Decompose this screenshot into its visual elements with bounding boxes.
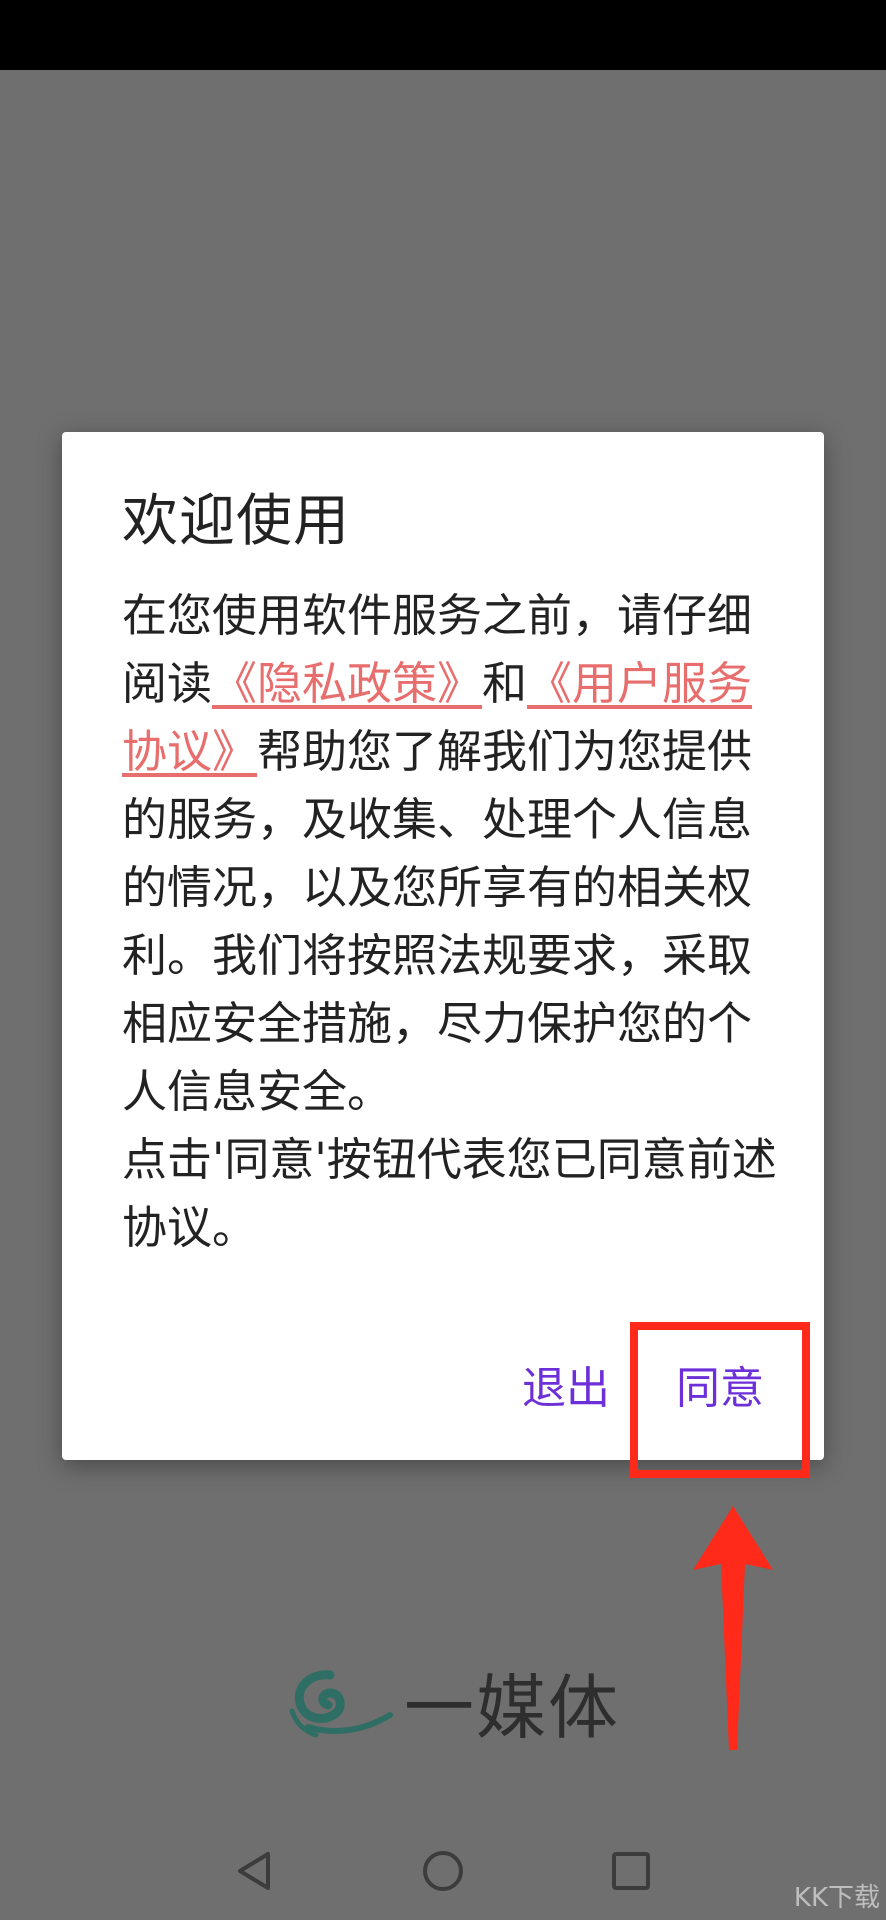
watermark: KK下载 (793, 1883, 880, 1913)
privacy-policy-link[interactable]: 《隐私政策》 (212, 657, 482, 710)
status-bar (0, 0, 886, 70)
and-text: 和 (482, 657, 528, 710)
body-consent-text: 点击'同意'按钮代表您已同意前述协议。 (122, 1133, 777, 1254)
agree-highlight-box (630, 1322, 810, 1478)
back-icon[interactable] (230, 1846, 280, 1896)
brand-name: 一媒体 (404, 1666, 620, 1749)
dialog-body: 在您使用软件服务之前，请仔细阅读《隐私政策》和《用户服务协议》帮助您了解我们为您… (122, 582, 782, 1262)
navigation-bar (0, 1820, 886, 1920)
pointer-arrow-icon (693, 1506, 773, 1750)
privacy-dialog: 欢迎使用 在您使用软件服务之前，请仔细阅读《隐私政策》和《用户服务协议》帮助您了… (62, 432, 824, 1460)
brand-logo-icon (289, 1670, 393, 1738)
brand: 一媒体 (286, 1652, 620, 1752)
body-main-text: 帮助您了解我们为您提供的服务，及收集、处理个人信息的情况，以及您所享有的相关权利… (122, 725, 753, 1118)
dialog-title: 欢迎使用 (122, 489, 350, 554)
exit-button[interactable]: 退出 (522, 1352, 610, 1416)
recents-icon[interactable] (606, 1846, 656, 1896)
home-icon[interactable] (418, 1846, 468, 1896)
